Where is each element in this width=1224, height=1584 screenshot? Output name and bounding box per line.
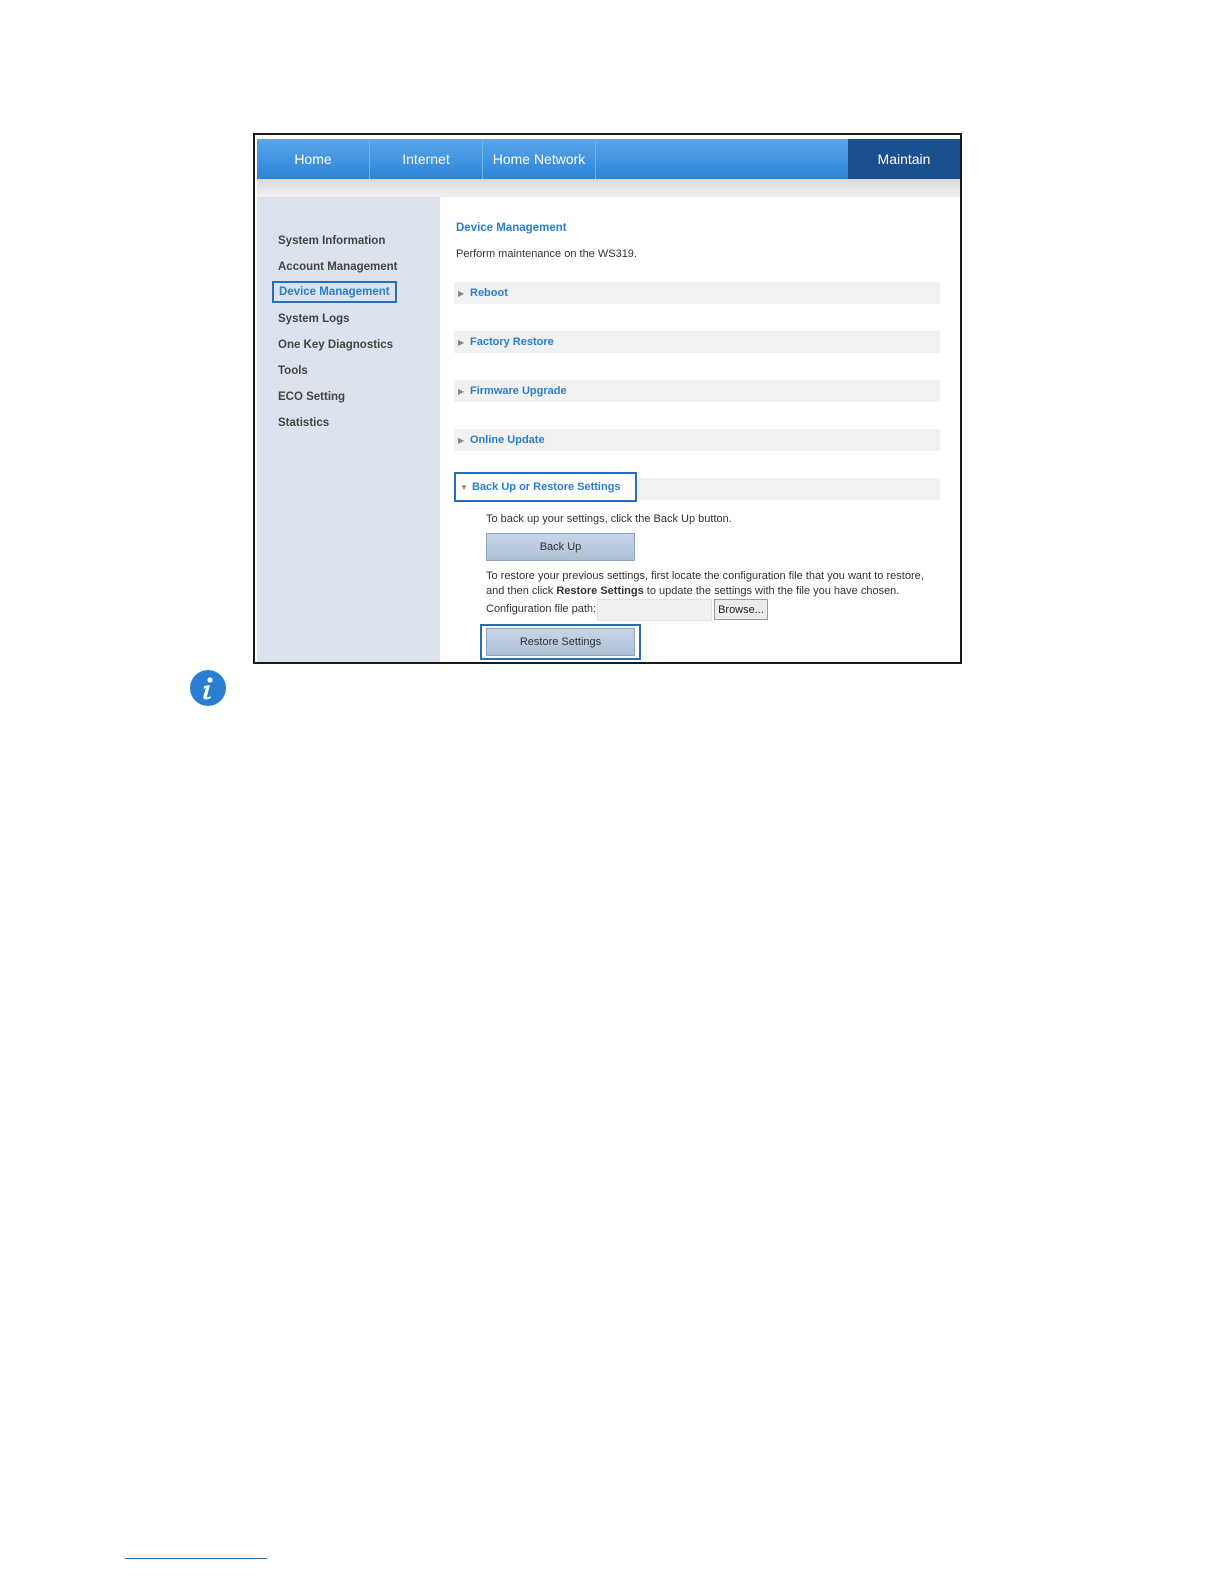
restore-settings-button[interactable]: Restore Settings [486,628,635,656]
restore-text-c: to update the settings with the file you… [643,585,900,597]
restore-instruction-line1: To restore your previous settings, first… [486,570,924,582]
page-title: Device Management [456,222,567,234]
sidebar-item-one-key-diagnostics[interactable]: One Key Diagnostics [278,339,393,351]
restore-instruction-line2: and then click Restore Settings to updat… [486,585,899,597]
tab-maintain[interactable]: Maintain [848,139,960,179]
info-icon [190,670,226,706]
footnote-separator [125,1558,267,1559]
sidebar-item-tools[interactable]: Tools [278,365,308,377]
sidebar-item-account-management[interactable]: Account Management [278,261,398,273]
nav-subbar [257,179,960,197]
section-factory-restore[interactable]: ▶ Factory Restore [454,331,940,353]
section-label: Online Update [470,434,545,446]
router-admin-screenshot: Home Internet Home Network Maintain Syst… [253,133,962,664]
tab-home[interactable]: Home [257,139,370,179]
backup-button[interactable]: Back Up [486,533,635,561]
main-content: Device Management Perform maintenance on… [440,197,960,662]
sidebar-item-device-management[interactable]: Device Management [272,281,397,303]
sidebar-item-statistics[interactable]: Statistics [278,417,329,429]
triangle-right-icon: ▶ [458,337,465,347]
top-navigation: Home Internet Home Network Maintain [257,139,960,179]
sidebar-item-eco-setting[interactable]: ECO Setting [278,391,345,403]
sidebar: System Information Account Management De… [257,197,440,662]
section-label: Reboot [470,287,508,299]
section-highlight: ▼ Back Up or Restore Settings [454,472,637,502]
section-label: Factory Restore [470,336,554,348]
page-description: Perform maintenance on the WS319. [456,248,637,260]
section-backup-restore[interactable]: ▼ Back Up or Restore Settings [454,472,940,502]
triangle-down-icon: ▼ [460,482,468,492]
section-reboot[interactable]: ▶ Reboot [454,282,940,304]
tab-internet[interactable]: Internet [370,139,483,179]
backup-instruction: To back up your settings, click the Back… [486,513,732,525]
triangle-right-icon: ▶ [458,386,465,396]
section-firmware-upgrade[interactable]: ▶ Firmware Upgrade [454,380,940,402]
tab-home-network[interactable]: Home Network [483,139,596,179]
sidebar-item-system-logs[interactable]: System Logs [278,313,350,325]
section-label: Back Up or Restore Settings [472,481,621,493]
browse-button[interactable]: Browse... [714,599,768,620]
config-path-input[interactable] [597,599,712,621]
triangle-right-icon: ▶ [458,288,465,298]
section-online-update[interactable]: ▶ Online Update [454,429,940,451]
triangle-right-icon: ▶ [458,435,465,445]
restore-text-a: and then click [486,585,557,597]
sidebar-item-system-information[interactable]: System Information [278,235,385,247]
restore-text-bold: Restore Settings [556,585,644,597]
section-label: Firmware Upgrade [470,385,567,397]
config-path-label: Configuration file path: [486,603,597,615]
